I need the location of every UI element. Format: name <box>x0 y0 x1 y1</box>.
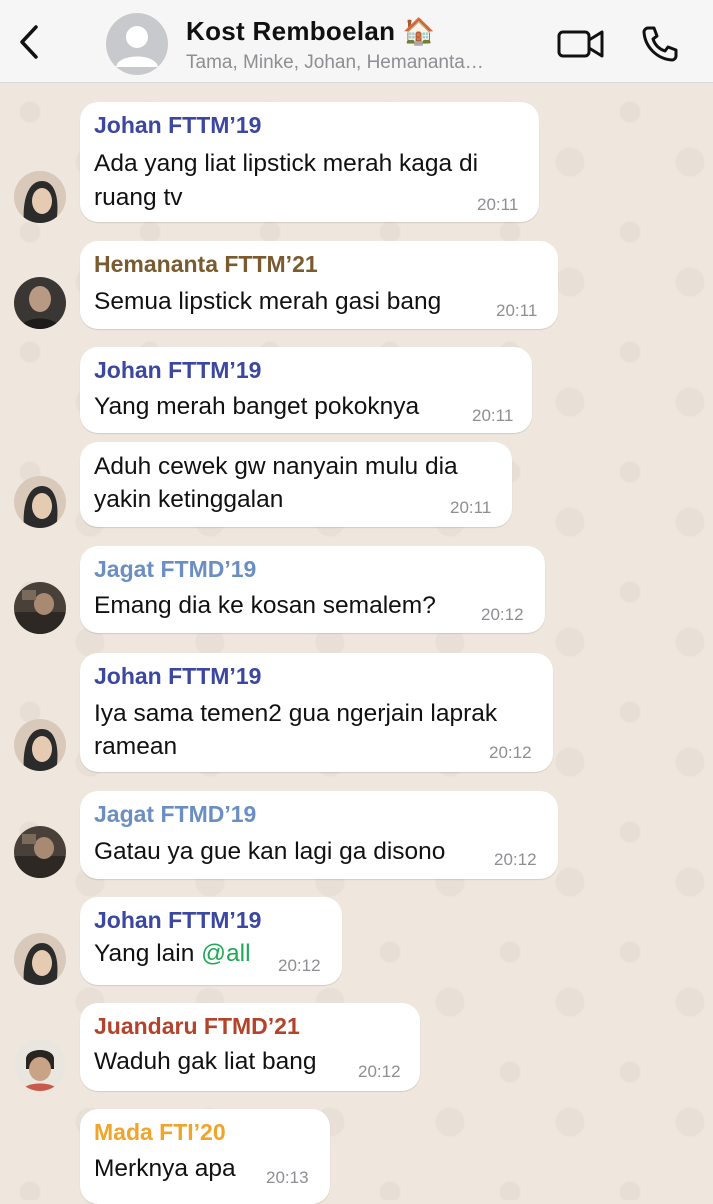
avatar-johan[interactable] <box>14 933 66 985</box>
message-bubble[interactable]: Johan FTTM’19 Yang lain @all 20:12 <box>80 897 342 985</box>
avatar-johan[interactable] <box>14 476 66 528</box>
message-text: yakin ketinggalan <box>94 486 284 513</box>
avatar-image <box>14 476 66 528</box>
message-time: 20:13 <box>266 1168 309 1187</box>
chat-subtitle[interactable]: Tama, Minke, Johan, Hemananta… <box>186 52 484 74</box>
chat-title[interactable]: Kost Remboelan 🏠 <box>186 16 436 47</box>
sender-name[interactable]: Johan FTTM’19 <box>94 663 261 690</box>
message-text: Ada yang liat lipstick merah kaga di <box>94 150 479 177</box>
group-avatar[interactable] <box>106 13 168 75</box>
video-call-icon <box>557 30 604 58</box>
video-call-button[interactable] <box>556 26 606 62</box>
message-text: Iya sama temen2 gua ngerjain laprak <box>94 700 498 727</box>
message-bubble[interactable]: Johan FTTM’19 Iya sama temen2 gua ngerja… <box>80 653 553 772</box>
chevron-left-icon <box>20 25 38 59</box>
message-text: Gatau ya gue kan lagi ga disono <box>94 838 446 865</box>
message-text: Aduh cewek gw nanyain mulu dia <box>94 453 458 480</box>
sender-name[interactable]: Johan FTTM’19 <box>94 907 261 934</box>
sender-name[interactable]: Jagat FTMD’19 <box>94 801 256 828</box>
message-text-part: Yang lain <box>94 940 202 967</box>
sender-name[interactable]: Juandaru FTMD’21 <box>94 1013 300 1040</box>
person-placeholder-icon <box>116 26 158 67</box>
sender-name[interactable]: Johan FTTM’19 <box>94 112 261 139</box>
message-bubble[interactable]: Aduh cewek gw nanyain mulu dia yakin ket… <box>80 442 512 527</box>
message-time: 20:12 <box>358 1062 401 1081</box>
avatar-image <box>14 277 66 329</box>
message-time: 20:12 <box>489 743 532 762</box>
avatar-image <box>14 582 66 634</box>
sender-name[interactable]: Mada FTI’20 <box>94 1119 226 1146</box>
message-bubble[interactable]: Johan FTTM’19 Ada yang liat lipstick mer… <box>80 102 539 222</box>
avatar-image <box>14 719 66 771</box>
sender-name[interactable]: Johan FTTM’19 <box>94 357 261 384</box>
message-time: 20:12 <box>278 956 321 975</box>
avatar-hemananta[interactable] <box>14 277 66 329</box>
avatar-johan[interactable] <box>14 171 66 223</box>
voice-call-button[interactable] <box>640 24 680 64</box>
phone-icon <box>642 26 678 62</box>
message-text: Semua lipstick merah gasi bang <box>94 288 442 315</box>
sender-name[interactable]: Jagat FTMD’19 <box>94 556 256 583</box>
message-bubble[interactable]: Jagat FTMD’19 Emang dia ke kosan semalem… <box>80 546 545 633</box>
avatar-image <box>14 171 66 223</box>
avatar-johan[interactable] <box>14 719 66 771</box>
message-text: Yang lain @all <box>94 937 251 971</box>
message-text: Merknya apa <box>94 1155 236 1182</box>
message-text: Emang dia ke kosan semalem? <box>94 592 436 619</box>
message-time: 20:11 <box>477 195 519 214</box>
message-bubble[interactable]: Juandaru FTMD’21 Waduh gak liat bang 20:… <box>80 1003 420 1091</box>
message-bubble[interactable]: Hemananta FTTM’21 Semua lipstick merah g… <box>80 241 558 329</box>
message-bubble[interactable]: Jagat FTMD’19 Gatau ya gue kan lagi ga d… <box>80 791 558 879</box>
message-bubble[interactable]: Johan FTTM’19 Yang merah banget pokoknya… <box>80 347 532 433</box>
avatar-image <box>14 826 66 878</box>
chat-header: Kost Remboelan 🏠 Tama, Minke, Johan, Hem… <box>0 0 713 83</box>
message-time: 20:11 <box>450 498 492 517</box>
message-text: ramean <box>94 733 178 760</box>
message-text: Yang merah banget pokoknya <box>94 393 420 420</box>
back-button[interactable] <box>12 22 46 62</box>
avatar-image <box>14 933 66 985</box>
message-time: 20:12 <box>494 850 537 869</box>
message-time: 20:11 <box>496 301 538 320</box>
avatar-jagat[interactable] <box>14 826 66 878</box>
sender-name[interactable]: Hemananta FTTM’21 <box>94 251 318 278</box>
message-text: ruang tv <box>94 184 183 211</box>
message-bubble[interactable]: Mada FTI’20 Merknya apa 20:13 <box>80 1109 330 1204</box>
message-time: 20:12 <box>481 605 524 624</box>
message-time: 20:11 <box>472 406 514 425</box>
mention-link[interactable]: @all <box>201 940 250 967</box>
message-text: Waduh gak liat bang <box>94 1048 317 1075</box>
avatar-jagat[interactable] <box>14 582 66 634</box>
avatar-image <box>14 1039 66 1091</box>
avatar-juandaru[interactable] <box>14 1039 66 1091</box>
